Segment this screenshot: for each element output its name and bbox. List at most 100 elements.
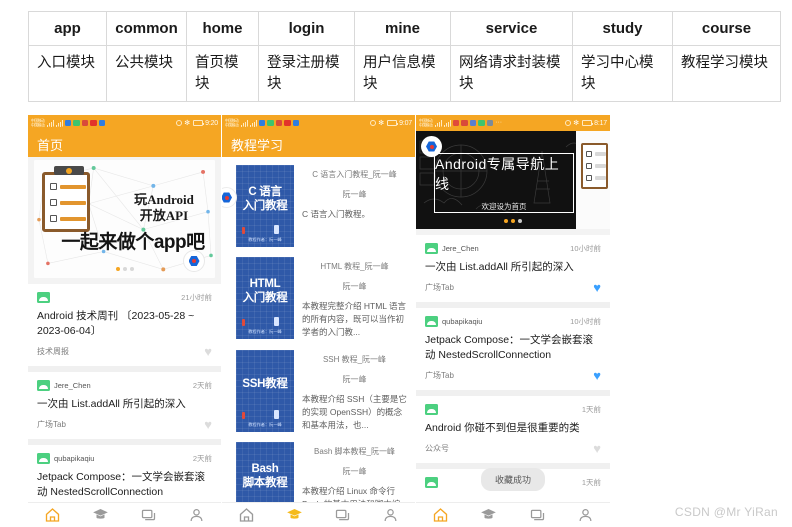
home-icon <box>45 508 59 522</box>
course-cover-title: HTML 入门教程 <box>243 277 288 305</box>
tab-study[interactable] <box>270 507 318 523</box>
bottom-tab-bar <box>222 502 415 527</box>
card-author <box>425 476 442 488</box>
app-notify-icon-4 <box>292 119 300 127</box>
card-header: 1天前 <box>425 403 601 416</box>
card-time: 10小时前 <box>570 316 601 326</box>
status-time: 8:17 <box>594 119 607 127</box>
favorite-heart-icon[interactable]: ♥ <box>593 442 601 455</box>
toast-message: 收藏成功 <box>480 468 546 491</box>
card-author <box>37 292 54 303</box>
author-name: Jere_Chen <box>54 380 91 390</box>
clipboard-icon <box>42 166 90 232</box>
tab-study[interactable] <box>76 507 124 523</box>
course-desc: 本教程介绍 SSH（主要是它的实现 OpenSSH）的概念和基本用法，也... <box>302 393 407 430</box>
tab-profile[interactable] <box>367 507 415 523</box>
signal-bars-icon-2 <box>443 119 451 127</box>
course-cover: C 语言 入门教程 教程作者：阮一峰 <box>236 165 294 247</box>
favorite-heart-icon[interactable]: ♥ <box>204 345 212 358</box>
course-title: HTML 教程_阮一峰 <box>320 262 389 271</box>
favorite-heart-icon[interactable]: ♥ <box>593 281 601 294</box>
table-cell-course-desc: 教程学习模块 <box>672 44 781 103</box>
list-item[interactable]: qubapikaqiu 10小时前 Jetpack Compose：一文学会嵌套… <box>416 307 610 390</box>
card-header: Jere_Chen 2天前 <box>37 379 212 392</box>
banner-title: 玩Android 开放API <box>116 192 212 225</box>
signal-bars-icon-2 <box>55 119 63 127</box>
banner-subtitle: 欢迎设为首页 <box>481 202 527 211</box>
bluetooth-icon: ✻ <box>184 120 191 127</box>
status-time: 9:07 <box>399 119 412 127</box>
card-header: qubapikaqiu 10小时前 <box>425 315 601 328</box>
card-title[interactable]: 一次由 List.addAll 所引起的深入 <box>425 260 601 275</box>
list-item[interactable]: 21小时前 Android 技术周刊 〔2023-05-28 ~ 2023-06… <box>28 284 221 366</box>
cover-line-2: 入门教程 <box>242 200 288 212</box>
table-cell-mine-desc: 用户信息模块 <box>354 44 451 103</box>
card-title[interactable]: Jetpack Compose：一文学会嵌套滚动 NestedScrollCon… <box>37 470 212 500</box>
course-desc: 本教程完整介绍 HTML 语言的所有内容，既可以当作初学者的入门教... <box>302 301 407 338</box>
tab-profile[interactable] <box>562 507 611 523</box>
bottom-tab-bar <box>416 502 610 527</box>
status-bar: 中国移动 中国移动 ✻ 9:07 <box>222 115 415 131</box>
phone-call-icon <box>452 119 460 127</box>
table-header-app: app <box>28 11 107 46</box>
app-notify-icon-2 <box>73 119 80 127</box>
screenshot-root: app common home login mine service study… <box>0 0 792 527</box>
table-cell-login-desc: 登录注册模块 <box>258 44 355 103</box>
bluetooth-icon: ✻ <box>573 120 580 127</box>
cover-line-1: Bash <box>251 463 279 476</box>
tab-study[interactable] <box>465 507 514 523</box>
list-item[interactable]: Jere_Chen 10小时前 一次由 List.addAll 所引起的深入 广… <box>416 235 610 302</box>
card-title[interactable]: Android 你碰不到但是很重要的类 <box>425 421 601 436</box>
tab-home[interactable] <box>28 507 76 523</box>
app-title-bar: 首页 <box>28 131 221 157</box>
status-time: 9:20 <box>205 119 218 127</box>
table-header-common: common <box>106 11 187 46</box>
card-title[interactable]: Android 技术周刊 〔2023-05-28 ~ 2023-06-04〕 <box>37 309 212 339</box>
table-header-mine: mine <box>354 11 451 46</box>
battery-icon <box>192 120 204 126</box>
app-notify-icon-2 <box>478 119 485 127</box>
banner-dots[interactable] <box>115 267 134 271</box>
card-time: 1天前 <box>581 477 601 487</box>
wanandroid-logo-icon <box>222 187 237 208</box>
home-icon <box>433 508 447 522</box>
cover-footer: 教程作者：阮一峰 <box>248 329 282 334</box>
home-banner[interactable]: 玩Android 开放API 一起来做个app吧 <box>34 160 215 278</box>
avatar <box>37 379 50 391</box>
tab-message[interactable] <box>319 507 367 523</box>
list-item[interactable]: Jere_Chen 2天前 一次由 List.addAll 所引起的深入 广场T… <box>28 371 221 439</box>
card-footer: 广场Tab ♥ <box>425 281 601 294</box>
status-bar: 中国移动 中国移动 ✻ 9:20 <box>28 115 221 131</box>
play-icon <box>81 119 89 127</box>
tab-home[interactable] <box>222 507 270 523</box>
favorite-heart-icon[interactable]: ♥ <box>593 369 601 382</box>
phone-screenshot-gallery: 中国移动 中国移动 ✻ 9:20 首页 玩Android 开放API 一起来做个… <box>28 115 611 527</box>
card-time: 2天前 <box>192 380 212 390</box>
bottom-tab-bar <box>28 502 221 527</box>
card-header: qubapikaqiu 2天前 <box>37 452 212 465</box>
card-title[interactable]: Jetpack Compose：一文学会嵌套滚动 NestedScrollCon… <box>425 333 601 363</box>
card-time: 1天前 <box>581 404 601 414</box>
play-icon <box>275 119 283 127</box>
card-title[interactable]: 一次由 List.addAll 所引起的深入 <box>37 397 212 412</box>
table-header-study: study <box>572 11 673 46</box>
course-title: C 语言入门教程_阮一峰 <box>312 170 397 179</box>
list-item[interactable]: 1天前 Android 你碰不到但是很重要的类 公众号 ♥ <box>416 395 610 463</box>
avatar <box>425 403 438 415</box>
course-title: SSH 教程_阮一峰 <box>322 354 387 364</box>
status-bar-left: 中国移动 中国移动 ··· <box>419 119 502 128</box>
tab-home[interactable] <box>416 507 465 523</box>
home-banner[interactable]: Android专属导航上线 欢迎设为首页 <box>416 131 610 229</box>
tab-profile[interactable] <box>173 507 221 523</box>
tab-message[interactable] <box>513 507 562 523</box>
favorite-heart-icon[interactable]: ♥ <box>204 418 212 431</box>
list-item[interactable]: C 语言 入门教程 教程作者：阮一峰 C 语言入门教程_阮一峰 阮一峰 C 语言… <box>222 161 415 253</box>
tab-message[interactable] <box>125 507 173 523</box>
article-list: 21小时前 Android 技术周刊 〔2023-05-28 ~ 2023-06… <box>28 284 221 527</box>
app-notify-icon-3 <box>90 119 97 127</box>
list-item[interactable]: HTML 入门教程 教程作者：阮一峰 HTML 教程_阮一峰 阮一峰 本教程完整… <box>222 253 415 346</box>
author-name: qubapikaqiu <box>54 453 95 463</box>
banner-dots[interactable] <box>504 219 522 223</box>
list-item[interactable]: SSH教程 教程作者：阮一峰 SSH 教程_阮一峰 阮一峰 本教程介绍 SSH（… <box>222 346 415 439</box>
app-notify-icon-1 <box>469 119 477 127</box>
